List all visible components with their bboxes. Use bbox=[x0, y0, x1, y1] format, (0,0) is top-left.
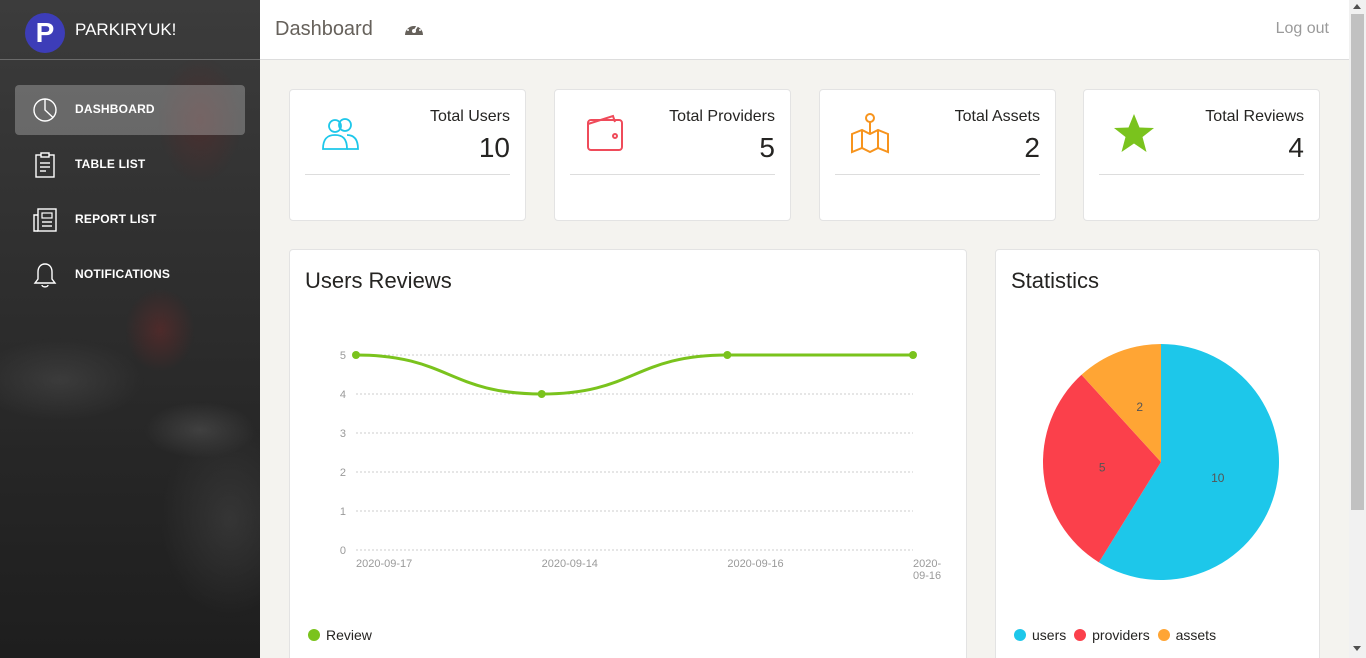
dashboard-gauge-icon bbox=[405, 23, 423, 35]
clipboard-icon bbox=[35, 152, 55, 178]
legend-swatch bbox=[1014, 629, 1026, 641]
sidebar-item-dashboard[interactable]: DASHBOARD bbox=[15, 85, 245, 135]
scroll-up-arrow[interactable] bbox=[1353, 4, 1361, 9]
x-tick-label: 2020- bbox=[913, 558, 941, 570]
x-tick-label: 2020-09-16 bbox=[727, 558, 783, 570]
legend-label: providers bbox=[1092, 627, 1150, 643]
divider bbox=[1099, 174, 1304, 175]
users-icon bbox=[322, 118, 359, 150]
y-tick-label: 5 bbox=[340, 350, 346, 362]
legend-label: users bbox=[1032, 627, 1067, 643]
stat-label: Total Users bbox=[429, 108, 510, 125]
data-point bbox=[723, 351, 732, 359]
pie-chart-icon bbox=[33, 98, 57, 122]
y-tick-label: 4 bbox=[340, 389, 346, 401]
statistics-card: Statistics 10 5 2 users providers assets bbox=[995, 249, 1320, 658]
card-title: Users Reviews bbox=[305, 268, 452, 293]
bell-icon bbox=[33, 263, 57, 288]
wallet-icon bbox=[587, 114, 623, 151]
star-icon bbox=[1114, 114, 1154, 152]
data-point bbox=[537, 390, 546, 398]
stat-card-assets: Total Assets 2 bbox=[819, 89, 1056, 221]
data-point bbox=[909, 351, 917, 359]
legend-label: Review bbox=[326, 627, 372, 643]
y-tick-label: 3 bbox=[340, 428, 346, 440]
y-tick-label: 0 bbox=[340, 545, 346, 557]
y-tick-label: 2 bbox=[340, 467, 346, 479]
stat-label: Total Providers bbox=[669, 108, 775, 125]
page-scrollbar[interactable] bbox=[1349, 0, 1366, 658]
legend-swatch bbox=[308, 629, 320, 641]
sidebar-item-label: NOTIFICATIONS bbox=[75, 267, 171, 281]
sidebar: P PARKIRYUK! DASHBOARD TABLE LIST REPORT… bbox=[0, 0, 260, 658]
stat-value: 5 bbox=[759, 132, 775, 163]
series-line bbox=[355, 353, 913, 396]
users-reviews-line-chart: 0 1 2 3 4 5 2020-09-17 2020-09-14 2020-09-16 2020… bbox=[340, 350, 942, 582]
divider bbox=[570, 174, 775, 175]
stat-value: 4 bbox=[1288, 132, 1304, 163]
legend-swatch bbox=[1074, 629, 1087, 641]
stat-label: Total Assets bbox=[954, 108, 1040, 125]
statistics-pie-chart: 10 5 2 bbox=[1043, 344, 1279, 580]
stat-card-providers: Total Providers 5 bbox=[554, 89, 791, 221]
logout-link[interactable]: Log out bbox=[1276, 20, 1329, 38]
stat-value: 10 bbox=[478, 132, 510, 163]
divider bbox=[305, 174, 510, 175]
brand[interactable]: P PARKIRYUK! bbox=[0, 0, 260, 60]
chart-legend: users providers assets bbox=[1014, 627, 1220, 643]
sidebar-item-label: REPORT LIST bbox=[75, 212, 157, 226]
stat-label: Total Reviews bbox=[1205, 108, 1304, 125]
chart-legend: Review bbox=[308, 627, 372, 643]
page-title: Dashboard bbox=[275, 18, 373, 40]
x-tick-label: 2020-09-17 bbox=[356, 558, 412, 570]
brand-name[interactable]: PARKIRYUK! bbox=[75, 20, 176, 40]
sidebar-item-report-list[interactable]: REPORT LIST bbox=[15, 195, 245, 245]
x-tick-label: 09-16 bbox=[913, 570, 941, 582]
map-pin-icon bbox=[851, 113, 889, 154]
stat-card-users: Total Users 10 bbox=[289, 89, 526, 221]
divider bbox=[835, 174, 1040, 175]
users-reviews-card: Users Reviews 0 1 2 3 4 5 2020-09-17 2020-09-14… bbox=[289, 249, 967, 658]
pie-slice-label: 2 bbox=[1136, 400, 1143, 414]
legend-swatch bbox=[1157, 629, 1170, 641]
sidebar-item-notifications[interactable]: NOTIFICATIONS bbox=[15, 250, 245, 300]
sidebar-item-table-list[interactable]: TABLE LIST bbox=[15, 140, 245, 190]
pie-slice-label: 10 bbox=[1211, 471, 1225, 485]
x-tick-label: 2020-09-14 bbox=[542, 558, 598, 570]
scroll-down-arrow[interactable] bbox=[1353, 646, 1361, 651]
pie-slice-label: 5 bbox=[1099, 460, 1106, 474]
y-tick-label: 1 bbox=[340, 506, 346, 518]
legend-label: assets bbox=[1175, 627, 1217, 643]
newspaper-icon bbox=[33, 208, 57, 232]
top-navbar: Dashboard Log out bbox=[260, 0, 1349, 60]
data-point bbox=[352, 351, 360, 359]
scroll-thumb[interactable] bbox=[1351, 14, 1364, 510]
brand-logo[interactable]: P bbox=[25, 13, 65, 53]
sidebar-item-label: TABLE LIST bbox=[75, 157, 146, 171]
sidebar-item-label: DASHBOARD bbox=[75, 102, 155, 116]
card-title: Statistics bbox=[1011, 268, 1100, 293]
stat-card-reviews: Total Reviews 4 bbox=[1083, 89, 1320, 221]
stat-value: 2 bbox=[1024, 132, 1040, 163]
